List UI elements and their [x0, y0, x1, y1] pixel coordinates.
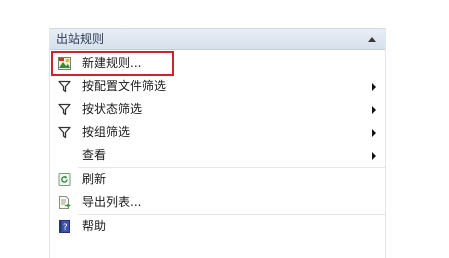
- menu-item-label: 按组筛选: [82, 125, 131, 139]
- submenu-arrow-icon: [372, 106, 376, 114]
- new-rule-icon: [58, 57, 71, 70]
- menu-item-new-rule[interactable]: 新建规则...: [51, 51, 174, 76]
- collapse-up-icon[interactable]: [368, 37, 376, 42]
- menu-item-view[interactable]: 查看: [50, 144, 385, 167]
- submenu-arrow-icon: [372, 129, 376, 137]
- export-list-icon: [59, 196, 71, 209]
- svg-text:?: ?: [63, 223, 68, 233]
- menu-item-label: 导出列表...: [82, 195, 142, 209]
- menu-item-help[interactable]: ? 帮助: [50, 215, 385, 238]
- menu-item-label: 帮助: [82, 219, 107, 233]
- menu-item-filter-by-profile[interactable]: 按配置文件筛选: [50, 75, 385, 98]
- filter-icon: [58, 126, 71, 139]
- pane-title: 出站规则: [56, 32, 105, 46]
- menu-item-export-list[interactable]: 导出列表...: [50, 191, 385, 214]
- menu-item-filter-by-state[interactable]: 按状态筛选: [50, 98, 385, 121]
- menu-item-label: 按状态筛选: [82, 102, 143, 116]
- refresh-icon: [58, 173, 71, 186]
- menu-item-label: 按配置文件筛选: [82, 79, 167, 93]
- menu-item-label: 查看: [82, 148, 107, 162]
- actions-menu: 新建规则... 按配置文件筛选 按状态筛选 按组筛选 查看 刷新 导出列表...…: [50, 50, 385, 238]
- actions-pane: 出站规则 新建规则... 按配置文件筛选 按状态筛选 按组筛选 查看 刷新 导出…: [49, 28, 386, 258]
- filter-icon: [58, 103, 71, 116]
- menu-item-refresh[interactable]: 刷新: [50, 168, 385, 191]
- menu-item-label: 刷新: [82, 172, 107, 186]
- submenu-arrow-icon: [372, 83, 376, 91]
- pane-header-outbound-rules[interactable]: 出站规则: [50, 28, 385, 50]
- filter-icon: [58, 80, 71, 93]
- submenu-arrow-icon: [372, 152, 376, 160]
- menu-item-filter-by-group[interactable]: 按组筛选: [50, 121, 385, 144]
- help-icon: ?: [59, 220, 70, 233]
- menu-item-label: 新建规则...: [82, 56, 142, 70]
